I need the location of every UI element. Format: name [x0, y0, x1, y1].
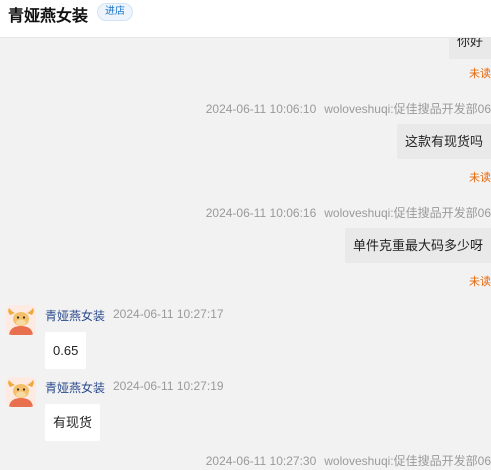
message-sender: woloveshuqi:促佳搜品开发部06	[324, 102, 491, 116]
message-bubble-outgoing: 你好	[448, 38, 491, 59]
message-meta: 2024-06-11 10:06:16 woloveshuqi:促佳搜品开发部06	[206, 204, 491, 221]
message-time: 2024-06-11 10:06:10	[205, 102, 317, 116]
message-text: 0.65	[53, 343, 79, 358]
message-time: 2024-06-11 10:06:16	[205, 206, 317, 220]
sender-name[interactable]: 青娅燕女装	[45, 379, 105, 396]
unread-status: 未读	[469, 276, 491, 288]
unread-status: 未读	[469, 172, 491, 184]
chat-messages[interactable]: 你好 未读 2024-06-11 10:06:10 woloveshuqi:促佳搜…	[0, 38, 491, 470]
sender-name[interactable]: 青娅燕女装	[45, 307, 105, 324]
chat-header: 青娅燕女装 进店	[0, 0, 491, 38]
message-bubble-incoming: 有现货	[45, 404, 101, 441]
message-text: 你好	[456, 38, 483, 49]
message-time: 2024-06-11 10:27:30	[205, 454, 317, 468]
message-time: 2024-06-11 10:27:17	[113, 307, 224, 321]
bull-avatar-icon[interactable]	[6, 305, 36, 335]
message-text: 单件克重最大码多少呀	[352, 238, 483, 253]
message-meta: 2024-06-11 10:06:10 woloveshuqi:促佳搜品开发部06	[206, 100, 491, 117]
message-bubble-outgoing: 这款有现货吗	[396, 124, 491, 159]
bull-avatar-icon[interactable]	[6, 377, 36, 407]
shop-name[interactable]: 青娅燕女装	[8, 2, 88, 26]
message-bubble-incoming: 0.65	[45, 332, 87, 369]
message-sender: woloveshuqi:促佳搜品开发部06	[324, 454, 491, 468]
message-sender: woloveshuqi:促佳搜品开发部06	[324, 206, 491, 220]
unread-status: 未读	[469, 68, 491, 80]
message-text: 这款有现货吗	[404, 134, 483, 149]
message-bubble-outgoing: 单件克重最大码多少呀	[344, 228, 491, 263]
message-meta: 2024-06-11 10:27:30 woloveshuqi:促佳搜品开发部06	[206, 452, 491, 469]
enter-shop-button[interactable]: 进店	[97, 3, 133, 21]
message-time: 2024-06-11 10:27:19	[113, 379, 224, 393]
message-text: 有现货	[53, 415, 93, 430]
